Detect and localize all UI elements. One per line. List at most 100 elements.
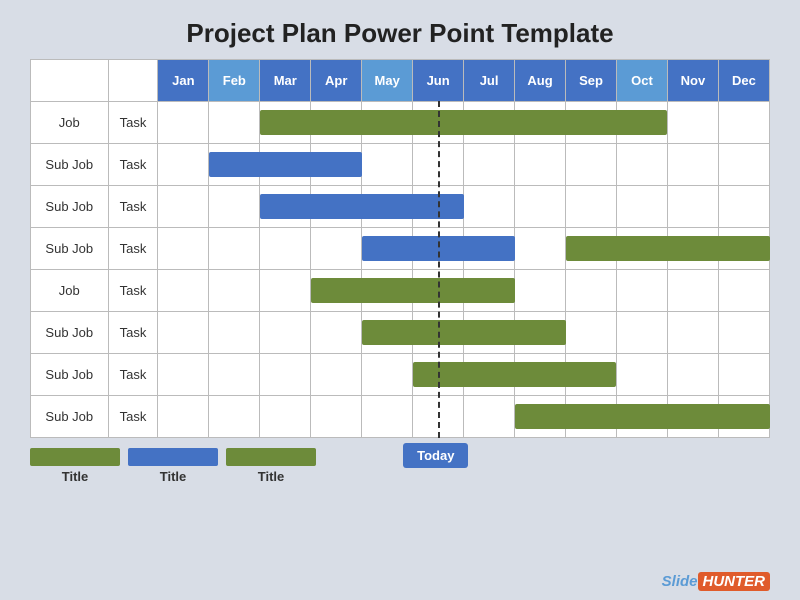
cell-1-11 [718, 144, 769, 186]
table-row: Sub JobTask [31, 396, 770, 438]
cell-7-2 [260, 396, 311, 438]
page-title: Project Plan Power Point Template [0, 0, 800, 59]
legend-label-1: Title [160, 469, 187, 484]
row-task-3: Task [108, 228, 158, 270]
slidehunter-logo: SlideHUNTER [662, 573, 770, 590]
header-month-jan: Jan [158, 60, 209, 102]
table-row: Sub JobTask [31, 354, 770, 396]
cell-5-11 [718, 312, 769, 354]
cell-0-2 [260, 102, 311, 144]
header-task [108, 60, 158, 102]
table-row: JobTask [31, 270, 770, 312]
row-job-2: Sub Job [31, 186, 109, 228]
cell-7-4 [362, 396, 413, 438]
cell-6-10 [667, 354, 718, 396]
cell-5-9 [616, 312, 667, 354]
header-month-jun: Jun [413, 60, 464, 102]
legend-box-2 [226, 448, 316, 466]
cell-7-0 [158, 396, 209, 438]
row-task-4: Task [108, 270, 158, 312]
header-job [31, 60, 109, 102]
cell-7-7 [515, 396, 566, 438]
table-row: Sub JobTask [31, 312, 770, 354]
header-month-dec: Dec [718, 60, 769, 102]
header-month-oct: Oct [616, 60, 667, 102]
table-row: Sub JobTask [31, 228, 770, 270]
cell-6-1 [209, 354, 260, 396]
cell-6-7 [515, 354, 566, 396]
legend-item-0: Title [30, 448, 120, 484]
cell-3-0 [158, 228, 209, 270]
cell-1-4 [362, 144, 413, 186]
cell-2-7 [515, 186, 566, 228]
cell-3-4 [362, 228, 413, 270]
cell-1-2 [260, 144, 311, 186]
cell-4-6 [464, 270, 515, 312]
header-month-aug: Aug [515, 60, 566, 102]
cell-2-3 [311, 186, 362, 228]
cell-3-10 [667, 228, 718, 270]
cell-0-4 [362, 102, 413, 144]
row-task-6: Task [108, 354, 158, 396]
cell-1-9 [616, 144, 667, 186]
cell-7-6 [464, 396, 515, 438]
cell-4-10 [667, 270, 718, 312]
cell-4-11 [718, 270, 769, 312]
cell-4-5 [413, 270, 464, 312]
cell-2-8 [566, 186, 617, 228]
cell-2-0 [158, 186, 209, 228]
table-row: Sub JobTask [31, 186, 770, 228]
cell-7-11 [718, 396, 769, 438]
cell-2-5 [413, 186, 464, 228]
cell-7-5 [413, 396, 464, 438]
row-task-7: Task [108, 396, 158, 438]
cell-5-3 [311, 312, 362, 354]
logo-hunter: HUNTER [698, 572, 771, 591]
chart-container: JanFebMarAprMayJunJulAugSepOctNovDec Job… [30, 59, 770, 438]
table-row: Sub JobTask [31, 144, 770, 186]
cell-4-1 [209, 270, 260, 312]
cell-4-7 [515, 270, 566, 312]
header-month-mar: Mar [260, 60, 311, 102]
gantt-table: JanFebMarAprMayJunJulAugSepOctNovDec Job… [30, 59, 770, 438]
cell-3-6 [464, 228, 515, 270]
cell-6-4 [362, 354, 413, 396]
cell-0-0 [158, 102, 209, 144]
cell-3-1 [209, 228, 260, 270]
today-label: Today [403, 443, 468, 468]
cell-1-1 [209, 144, 260, 186]
cell-7-1 [209, 396, 260, 438]
legend-label-2: Title [258, 469, 285, 484]
legend-item-2: Title [226, 448, 316, 484]
cell-0-6 [464, 102, 515, 144]
cell-3-5 [413, 228, 464, 270]
cell-0-5 [413, 102, 464, 144]
header-month-sep: Sep [566, 60, 617, 102]
cell-3-9 [616, 228, 667, 270]
cell-4-3 [311, 270, 362, 312]
cell-2-1 [209, 186, 260, 228]
cell-5-2 [260, 312, 311, 354]
table-row: JobTask [31, 102, 770, 144]
cell-6-11 [718, 354, 769, 396]
cell-0-9 [616, 102, 667, 144]
cell-7-9 [616, 396, 667, 438]
cell-5-8 [566, 312, 617, 354]
cell-5-1 [209, 312, 260, 354]
row-task-2: Task [108, 186, 158, 228]
legend: Title Title Title [30, 448, 770, 484]
cell-3-2 [260, 228, 311, 270]
cell-5-0 [158, 312, 209, 354]
row-job-1: Sub Job [31, 144, 109, 186]
cell-6-5 [413, 354, 464, 396]
cell-6-0 [158, 354, 209, 396]
legend-item-1: Title [128, 448, 218, 484]
cell-1-5 [413, 144, 464, 186]
cell-2-6 [464, 186, 515, 228]
cell-1-10 [667, 144, 718, 186]
cell-5-7 [515, 312, 566, 354]
cell-6-8 [566, 354, 617, 396]
row-task-5: Task [108, 312, 158, 354]
row-job-6: Sub Job [31, 354, 109, 396]
cell-0-7 [515, 102, 566, 144]
